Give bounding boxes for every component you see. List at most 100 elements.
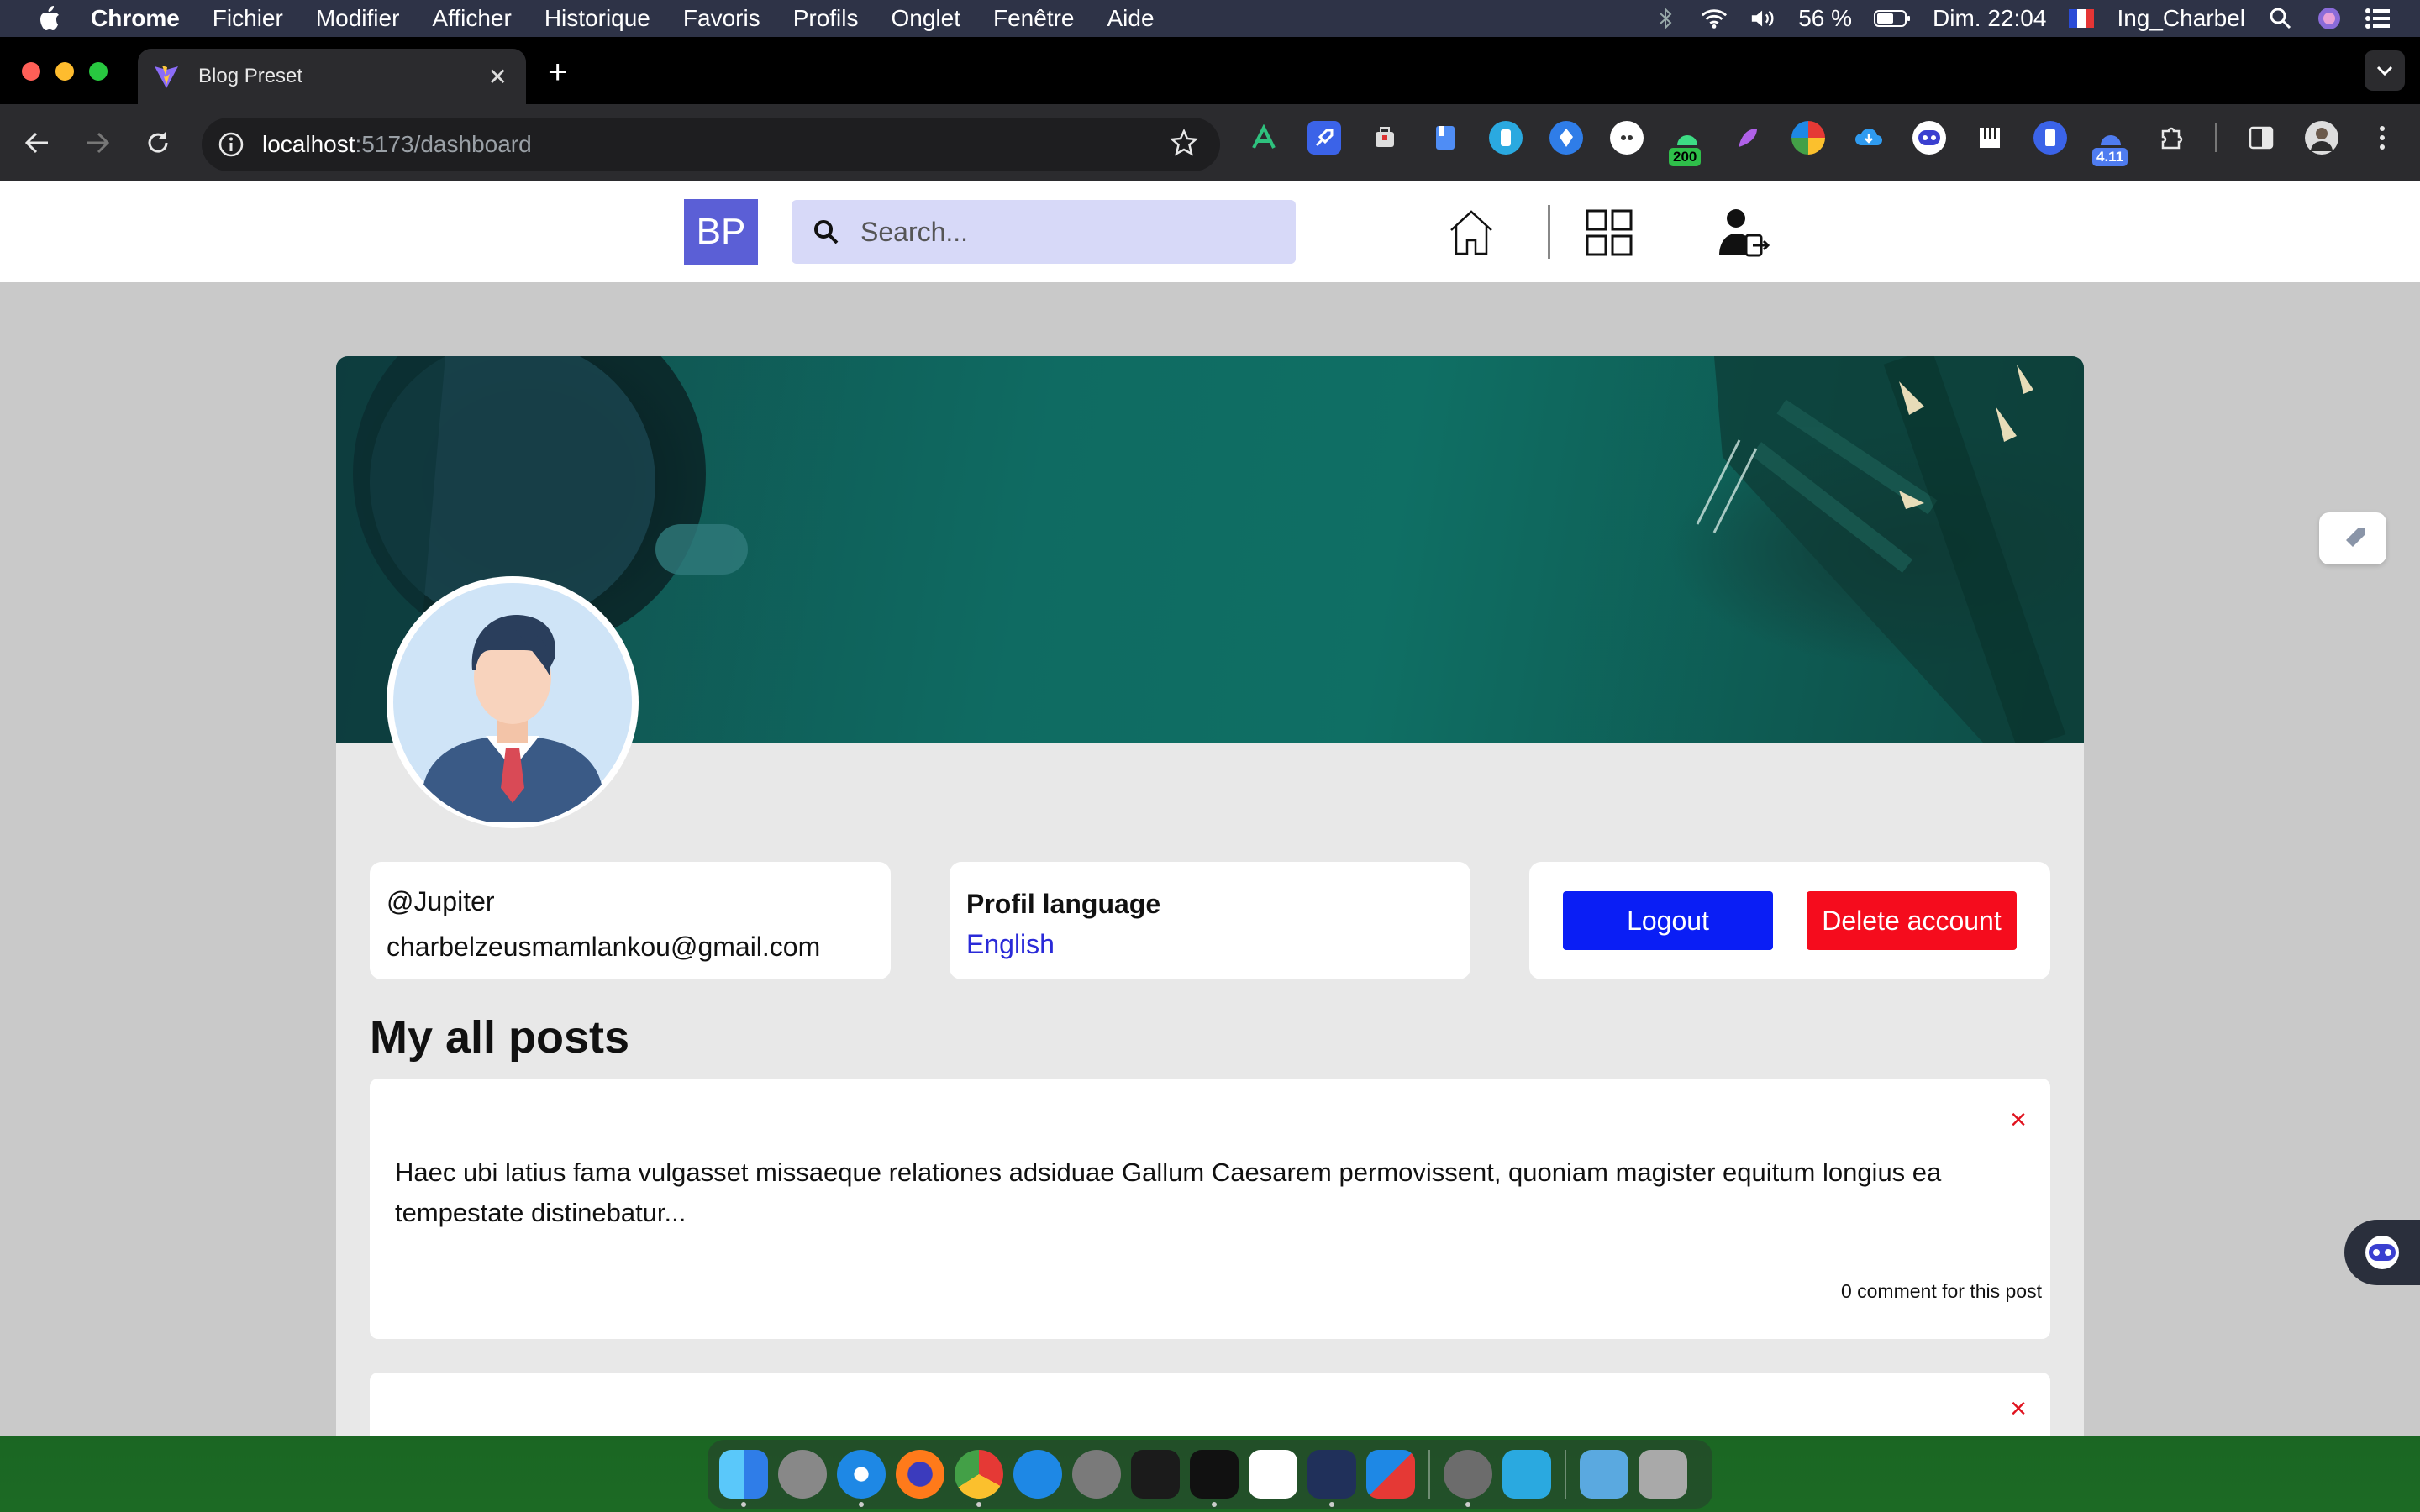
dashboard-grid-button[interactable] xyxy=(1580,203,1639,262)
profile-avatar[interactable] xyxy=(2305,121,2338,155)
reload-icon xyxy=(148,132,168,153)
address-bar[interactable]: localhost:5173/dashboard xyxy=(202,118,1220,171)
tableplus-icon[interactable] xyxy=(1444,1450,1492,1507)
header-divider xyxy=(1548,205,1550,259)
extension-dots-icon[interactable] xyxy=(1610,121,1644,155)
user-info-box: @Jupiter charbelzeusmamlankou@gmail.com xyxy=(370,862,891,979)
vite-favicon-icon xyxy=(153,63,180,90)
control-center-icon[interactable] xyxy=(2365,7,2391,30)
menu-fichier[interactable]: Fichier xyxy=(213,5,283,32)
tab-search-button[interactable] xyxy=(2365,50,2405,91)
delete-account-button[interactable]: Delete account xyxy=(1807,891,2017,950)
window-controls xyxy=(22,62,108,81)
iterm-icon[interactable] xyxy=(1190,1450,1239,1507)
extension-cloud-icon[interactable] xyxy=(1852,121,1886,155)
delete-post-icon[interactable]: × xyxy=(2010,1393,2027,1425)
apple-icon[interactable] xyxy=(32,2,66,35)
extension-a-icon[interactable] xyxy=(1247,121,1281,155)
back-button[interactable] xyxy=(17,123,57,163)
extension-colorwheel-icon[interactable] xyxy=(1791,121,1825,155)
reload-button[interactable] xyxy=(138,123,178,163)
extension-bag-icon[interactable] xyxy=(1368,121,1402,155)
forward-button[interactable] xyxy=(77,123,118,163)
user-logout-icon xyxy=(1719,209,1770,257)
extension-bot-icon[interactable] xyxy=(1912,121,1946,155)
floating-bot-widget[interactable] xyxy=(2344,1220,2420,1285)
extension-phone-icon[interactable] xyxy=(2033,121,2067,155)
url-text[interactable]: localhost:5173/dashboard xyxy=(262,131,532,158)
extension-rocket-icon[interactable] xyxy=(1307,121,1341,155)
chrome-menu-icon[interactable] xyxy=(2365,121,2399,155)
app-header: BP xyxy=(0,181,2420,282)
extension-android-icon[interactable]: 200 xyxy=(1669,121,1704,166)
bot-icon xyxy=(2365,1236,2399,1269)
menu-modifier[interactable]: Modifier xyxy=(316,5,400,32)
menubar-user[interactable]: Ing_Charbel xyxy=(2117,5,2245,32)
migration-app-icon[interactable] xyxy=(1502,1450,1551,1499)
window-close-button[interactable] xyxy=(22,62,40,81)
extension-version-icon[interactable]: 4.11 xyxy=(2092,121,2128,166)
extension-doc-icon[interactable] xyxy=(1428,121,1462,155)
finder-icon[interactable] xyxy=(719,1450,768,1507)
launchpad-icon[interactable] xyxy=(778,1450,827,1499)
chrome-window: Blog Preset ✕ + localhost:5173/dashboard xyxy=(0,37,2420,1436)
post-excerpt: Haec ubi latius fama vulgasset missaeque… xyxy=(395,1158,1942,1227)
wifi-icon[interactable] xyxy=(1701,7,1728,30)
extension-feather-icon[interactable] xyxy=(1731,121,1765,155)
site-info-icon[interactable] xyxy=(217,130,245,159)
downloads-folder-icon[interactable] xyxy=(1580,1450,1628,1499)
menu-app-chrome[interactable]: Chrome xyxy=(91,5,180,32)
language-info-box: Profil language English xyxy=(950,862,1470,979)
profile-avatar-large[interactable] xyxy=(387,576,639,828)
app-store-icon[interactable] xyxy=(1013,1450,1062,1499)
user-logout-button[interactable] xyxy=(1714,203,1773,262)
extension-pen-icon[interactable] xyxy=(1549,121,1583,155)
bluetooth-icon[interactable] xyxy=(1652,7,1679,30)
home-button[interactable] xyxy=(1442,203,1501,262)
french-flag-icon[interactable] xyxy=(2068,7,2095,30)
delete-post-icon[interactable]: × xyxy=(2010,1104,2027,1137)
siri-icon[interactable] xyxy=(2316,7,2343,30)
menu-favoris[interactable]: Favoris xyxy=(683,5,760,32)
side-panel-icon[interactable] xyxy=(2244,121,2278,155)
safari-icon[interactable] xyxy=(837,1450,886,1507)
parallels-icon[interactable] xyxy=(1366,1450,1415,1499)
new-tab-button[interactable]: + xyxy=(548,55,567,89)
extension-circle-icon[interactable] xyxy=(1489,121,1523,155)
vscode-icon[interactable] xyxy=(1249,1450,1297,1499)
menubar-clock[interactable]: Dim. 22:04 xyxy=(1933,5,2046,32)
search-input[interactable] xyxy=(860,216,1264,248)
browser-tab-active[interactable]: Blog Preset ✕ xyxy=(138,49,526,104)
language-value-link[interactable]: English xyxy=(966,924,1454,964)
app-logo[interactable]: BP xyxy=(684,199,758,265)
toolbar-separator xyxy=(2215,123,2217,152)
extension-piano-icon[interactable] xyxy=(1973,121,2007,155)
menu-fenetre[interactable]: Fenêtre xyxy=(993,5,1075,32)
terminal-icon[interactable] xyxy=(1131,1450,1180,1499)
arrow-right-icon xyxy=(87,132,110,154)
tab-close-icon[interactable]: ✕ xyxy=(488,63,508,91)
battery-icon[interactable] xyxy=(1874,7,1911,30)
post-card[interactable]: × xyxy=(370,1373,2050,1436)
window-minimize-button[interactable] xyxy=(55,62,74,81)
firefox-icon[interactable] xyxy=(896,1450,944,1499)
post-card[interactable]: × Haec ubi latius fama vulgasset missaeq… xyxy=(370,1079,2050,1339)
devtools-app-icon[interactable] xyxy=(1307,1450,1356,1507)
volume-icon[interactable] xyxy=(1749,7,1776,30)
menu-profils[interactable]: Profils xyxy=(793,5,859,32)
extensions-puzzle-icon[interactable] xyxy=(2154,121,2188,155)
chrome-icon[interactable] xyxy=(955,1450,1003,1507)
floating-rocket-widget[interactable] xyxy=(2319,512,2386,564)
trash-icon[interactable] xyxy=(1639,1450,1687,1499)
menu-historique[interactable]: Historique xyxy=(544,5,650,32)
logout-button[interactable]: Logout xyxy=(1563,891,1773,950)
system-settings-icon[interactable] xyxy=(1072,1450,1121,1499)
menu-afficher[interactable]: Afficher xyxy=(432,5,511,32)
menu-aide[interactable]: Aide xyxy=(1107,5,1154,32)
bookmark-star-icon[interactable] xyxy=(1169,128,1199,161)
search-bar[interactable] xyxy=(792,200,1296,264)
chevron-down-icon xyxy=(2376,66,2393,76)
spotlight-search-icon[interactable] xyxy=(2267,7,2294,30)
menu-onglet[interactable]: Onglet xyxy=(891,5,960,32)
window-maximize-button[interactable] xyxy=(89,62,108,81)
